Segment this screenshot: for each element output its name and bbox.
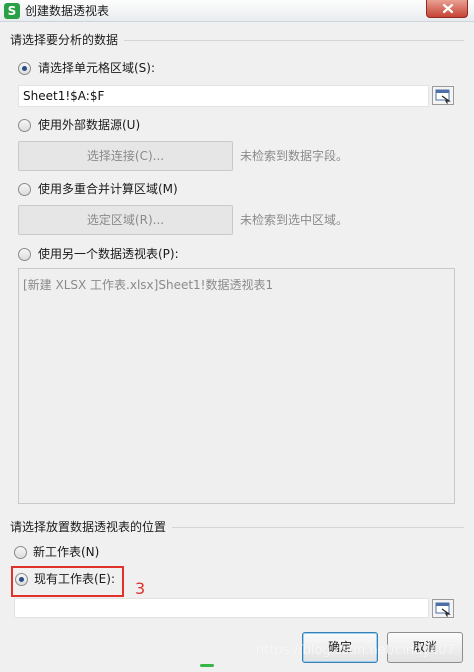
external-source-label: 使用外部数据源(U) <box>38 118 141 132</box>
existing-sheet-label: 现有工作表(E): <box>34 572 115 586</box>
existing-sheet-radio[interactable] <box>15 573 28 586</box>
step-number-annotation: 3 <box>135 579 146 598</box>
range-select-icon <box>435 89 451 104</box>
pivot-table-list[interactable]: [新建 XLSX 工作表.xlsx]Sheet1!数据透视表1 <box>18 268 455 504</box>
consolidate-label: 使用多重合并计算区域(M) <box>38 182 178 196</box>
consolidate-radio[interactable] <box>18 183 31 196</box>
range-option-label: 请选择单元格区域(S): <box>38 61 156 75</box>
green-cursor-mark <box>200 664 214 667</box>
source-group-divider <box>124 40 464 41</box>
wps-spreadsheet-icon: S <box>4 3 20 19</box>
other-pivot-radio[interactable] <box>18 248 31 261</box>
title-bar: S 创建数据透视表 <box>0 0 474 22</box>
source-group-title: 请选择要分析的数据 <box>10 33 119 47</box>
range-select-icon <box>435 602 451 617</box>
external-source-radio[interactable] <box>18 119 31 132</box>
select-range-button[interactable]: 选定区域(R)... <box>18 205 233 235</box>
close-button[interactable] <box>426 0 468 18</box>
window-title: 创建数据透视表 <box>25 4 110 18</box>
external-source-hint: 未检索到数据字段。 <box>240 149 349 163</box>
choose-connection-button[interactable]: 选择连接(C)... <box>18 141 233 171</box>
watermark-text: https://blog.csdn.net/cindy407 <box>256 643 455 658</box>
list-item[interactable]: [新建 XLSX 工作表.xlsx]Sheet1!数据透视表1 <box>23 276 450 293</box>
location-input[interactable] <box>14 598 429 618</box>
other-pivot-label: 使用另一个数据透视表(P): <box>38 247 179 261</box>
location-picker-button[interactable] <box>432 599 454 618</box>
close-icon <box>442 3 454 14</box>
new-sheet-label: 新工作表(N) <box>33 545 100 559</box>
range-radio[interactable] <box>18 62 31 75</box>
consolidate-hint: 未检索到选中区域。 <box>240 213 349 227</box>
range-input[interactable]: Sheet1!$A:$F <box>18 85 429 107</box>
placement-group-divider <box>172 527 464 528</box>
placement-group-title: 请选择放置数据透视表的位置 <box>10 520 167 534</box>
new-sheet-radio[interactable] <box>14 546 27 559</box>
range-picker-button[interactable] <box>432 86 454 105</box>
